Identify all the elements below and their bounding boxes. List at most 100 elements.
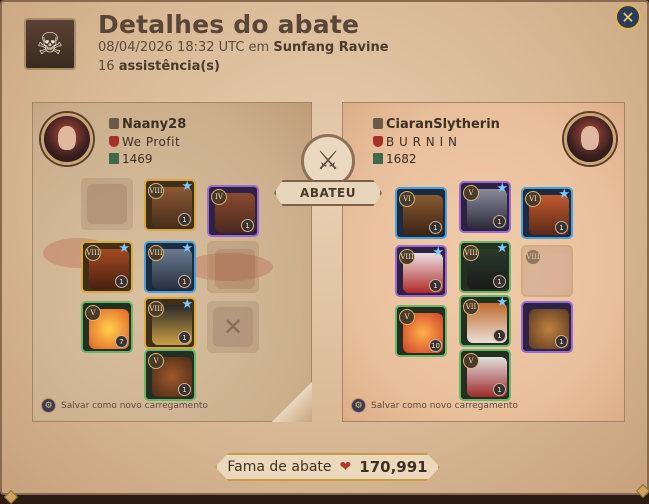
assists-label: assistência(s)	[118, 59, 220, 74]
kill-fame-banner: Fama de abate ❤ 170,991	[215, 453, 440, 481]
killer-name[interactable]: Naany28	[109, 117, 186, 132]
item-count: 1	[555, 221, 568, 234]
item-power-icon	[373, 153, 383, 164]
equip-slot-weapon[interactable]: VIII ★ 1	[81, 241, 133, 293]
skull-crossbones-icon: ☠	[24, 18, 76, 70]
killer-panel: Naany28 We Profit 1469 VIII ★ 1 IV 1 VII…	[32, 102, 312, 422]
tier-badge: V	[399, 309, 415, 325]
tier-badge: IV	[211, 189, 227, 205]
victim-avatar[interactable]	[564, 113, 616, 165]
item-count: 1	[493, 383, 506, 396]
tier-badge: VI	[399, 191, 415, 207]
quality-star-icon: ★	[496, 295, 508, 310]
kill-fame-value: 170,991	[359, 458, 428, 476]
guild-shield-icon	[109, 136, 119, 147]
food-icon: ✕	[213, 307, 253, 347]
tier-badge: VIII	[148, 245, 164, 261]
equip-slot-shoes[interactable]: VIII ★ 1	[144, 297, 196, 349]
equip-slot-mount[interactable]: V 1	[459, 349, 511, 401]
item-count: 1	[493, 275, 506, 288]
tier-badge: VIII	[525, 249, 541, 265]
equip-slot-bag[interactable]	[81, 178, 133, 230]
quality-star-icon: ★	[181, 179, 193, 194]
tier-badge: VII	[463, 299, 479, 315]
killer-item-power: 1469	[109, 152, 153, 166]
item-count: 1	[241, 219, 254, 232]
kill-location: Sunfang Ravine	[273, 40, 389, 55]
corner-ornament	[635, 483, 649, 499]
quality-star-icon: ★	[558, 187, 570, 202]
killer-avatar[interactable]	[41, 113, 93, 165]
save-loadout-icon: ⚙	[41, 398, 56, 413]
save-loadout-label: Salvar como novo carregamento	[61, 400, 208, 411]
item-count: 1	[429, 279, 442, 292]
crossed-swords-icon: ⚔	[301, 134, 355, 188]
equip-slot-mount[interactable]: V 1	[144, 349, 196, 401]
kill-datetime-location: 08/04/2026 18:32 UTC em Sunfang Ravine	[98, 40, 389, 55]
equip-slot-weapon[interactable]: VIII ★ 1	[395, 245, 447, 297]
equip-slot-potion[interactable]: V 10	[395, 305, 447, 357]
assists-number: 16	[98, 59, 115, 74]
quality-star-icon: ★	[496, 241, 508, 256]
victim-panel: CiaranSlytherin B U R N I N 1682 VI 1 V …	[342, 102, 625, 422]
tier-badge: VIII	[148, 301, 164, 317]
assists-count: 16 assistência(s)	[98, 59, 220, 74]
equip-slot-bag[interactable]: VI 1	[395, 187, 447, 239]
close-button[interactable]: ✕	[615, 4, 641, 30]
killer-guild[interactable]: We Profit	[109, 135, 180, 149]
item-count: 1	[429, 221, 442, 234]
tier-badge: VIII	[148, 183, 164, 199]
quality-star-icon: ★	[118, 241, 130, 256]
save-loadout-button-victim[interactable]: ⚙ Salvar como novo carregamento	[351, 398, 518, 413]
tier-badge: V	[463, 185, 479, 201]
item-count: 7	[115, 335, 128, 348]
kill-details-window: ☠ Detalhes do abate 08/04/2026 18:32 UTC…	[0, 0, 649, 504]
victim-name[interactable]: CiaranSlytherin	[373, 117, 500, 132]
save-loadout-label: Salvar como novo carregamento	[371, 400, 518, 411]
equip-slot-armor[interactable]: VIII ★ 1	[144, 241, 196, 293]
item-count: 1	[178, 213, 191, 226]
item-count: 1	[178, 275, 191, 288]
close-icon: ✕	[621, 7, 635, 27]
equip-slot-cape[interactable]: VI ★ 1	[521, 187, 573, 239]
guild-shield-icon	[373, 136, 383, 147]
equip-slot-food[interactable]: ✕	[207, 301, 259, 353]
victim-item-power: 1682	[373, 152, 417, 166]
equip-slot-cape[interactable]: IV 1	[207, 185, 259, 237]
equip-slot-potion[interactable]: V 7	[81, 301, 133, 353]
item-count: 10	[429, 339, 442, 352]
player-icon	[373, 118, 383, 129]
save-loadout-icon: ⚙	[351, 398, 366, 413]
equip-slot-head[interactable]: VIII ★ 1	[144, 179, 196, 231]
quality-star-icon: ★	[181, 241, 193, 256]
page-title: Detalhes do abate	[98, 10, 360, 39]
item-count: 1	[555, 335, 568, 348]
tier-badge: VIII	[399, 249, 415, 265]
item-count: 1	[178, 383, 191, 396]
save-loadout-button-killer[interactable]: ⚙ Salvar como novo carregamento	[41, 398, 208, 413]
equip-slot-food[interactable]: 1	[521, 301, 573, 353]
tier-badge: VIII	[463, 245, 479, 261]
corner-ornament	[3, 489, 19, 504]
equip-slot-head[interactable]: V ★ 1	[459, 181, 511, 233]
killed-banner: ABATEU	[274, 180, 382, 206]
offhand-icon	[215, 249, 255, 289]
item-count: 1	[115, 275, 128, 288]
page-curl	[272, 382, 312, 422]
item-count: 1	[493, 329, 506, 342]
kill-fame-icon: ❤	[339, 459, 352, 475]
equip-slot-offhand[interactable]: VIII	[521, 245, 573, 297]
tier-badge: V	[148, 353, 164, 369]
tier-badge: VIII	[85, 245, 101, 261]
quality-star-icon: ★	[181, 297, 193, 312]
equip-slot-shoes[interactable]: VII ★ 1	[459, 295, 511, 347]
victim-guild[interactable]: B U R N I N	[373, 135, 457, 149]
tier-badge: VI	[525, 191, 541, 207]
quality-star-icon: ★	[432, 245, 444, 260]
equip-slot-armor[interactable]: VIII ★ 1	[459, 241, 511, 293]
item-count: 1	[178, 331, 191, 344]
kill-fame-label: Fama de abate	[227, 459, 332, 475]
tier-badge: V	[85, 305, 101, 321]
equip-slot-offhand[interactable]	[207, 241, 259, 293]
item-power-icon	[109, 153, 119, 164]
